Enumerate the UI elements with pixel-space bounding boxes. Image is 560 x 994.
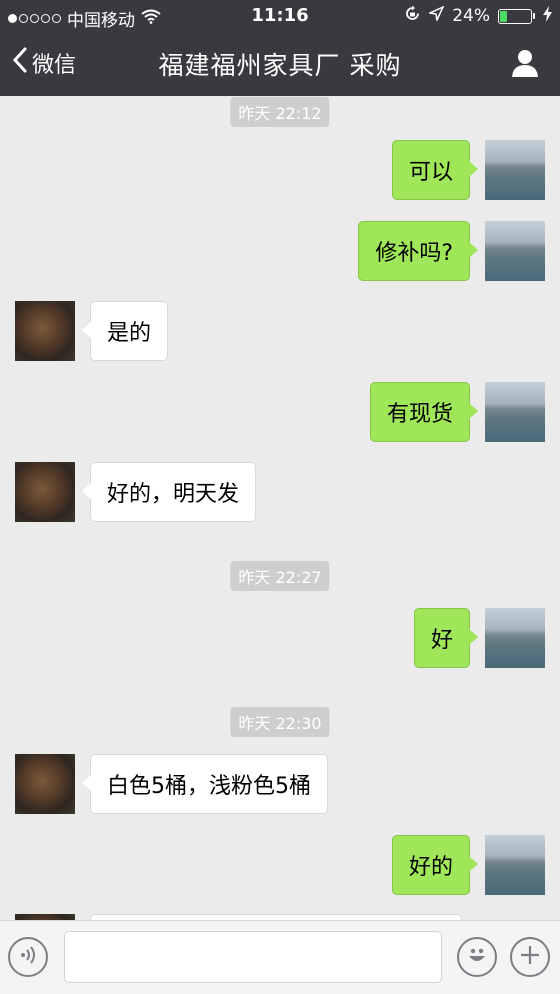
rotation-lock-icon: [404, 5, 421, 27]
battery-icon: [498, 8, 535, 24]
chat-title: 福建福州家具厂 采购: [158, 51, 402, 80]
charging-icon: [543, 5, 552, 27]
sent-message-bubble[interactable]: 好的: [391, 835, 479, 895]
emoji-button[interactable]: [457, 937, 497, 977]
sent-message-bubble[interactable]: 可以: [391, 140, 479, 200]
chevron-left-icon: [12, 46, 28, 80]
my-avatar[interactable]: [485, 835, 545, 895]
sent-message-bubble[interactable]: 有现货: [369, 382, 479, 442]
profile-button[interactable]: [510, 48, 540, 82]
chat-area[interactable]: 昨天 22:12 可以修补吗? 是的有现货好的，明天发昨天 22:27 好昨天 22:…: [0, 96, 560, 920]
timestamp-label: 昨天 22:30: [230, 707, 330, 737]
input-bar: [0, 920, 560, 994]
battery-percent: 24%: [452, 6, 490, 26]
plus-icon: [519, 944, 541, 970]
profile-icon: [510, 50, 540, 82]
location-icon: [427, 5, 445, 26]
voice-icon: [17, 944, 39, 970]
sent-message-bubble[interactable]: 好: [413, 608, 479, 668]
received-message-bubble[interactable]: 是的: [81, 301, 169, 361]
back-button[interactable]: 微信: [12, 46, 76, 80]
my-avatar[interactable]: [485, 221, 545, 281]
timestamp-label: 昨天 22:27: [230, 561, 330, 591]
contact-avatar[interactable]: [15, 754, 75, 814]
emoji-icon: [463, 941, 491, 973]
my-avatar[interactable]: [485, 382, 545, 442]
contact-avatar[interactable]: [15, 301, 75, 361]
message-input[interactable]: [64, 931, 442, 983]
status-bar: 中国移动 11:16 24%: [0, 0, 560, 32]
received-message-bubble[interactable]: 白色5桶，浅粉色5桶: [82, 754, 328, 814]
voice-button[interactable]: [8, 937, 48, 977]
back-label: 微信: [32, 53, 77, 78]
more-button[interactable]: [510, 937, 550, 977]
my-avatar[interactable]: [485, 608, 545, 668]
received-message-bubble[interactable]: 好的，明天发: [81, 462, 257, 522]
sent-message-bubble[interactable]: 修补吗?: [358, 221, 478, 281]
contact-avatar[interactable]: [15, 462, 75, 522]
nav-bar: 微信 福建福州家具厂 采购: [0, 32, 560, 96]
status-right: 24%: [404, 5, 552, 27]
timestamp-label: 昨天 22:12: [230, 97, 330, 127]
my-avatar[interactable]: [485, 140, 545, 200]
